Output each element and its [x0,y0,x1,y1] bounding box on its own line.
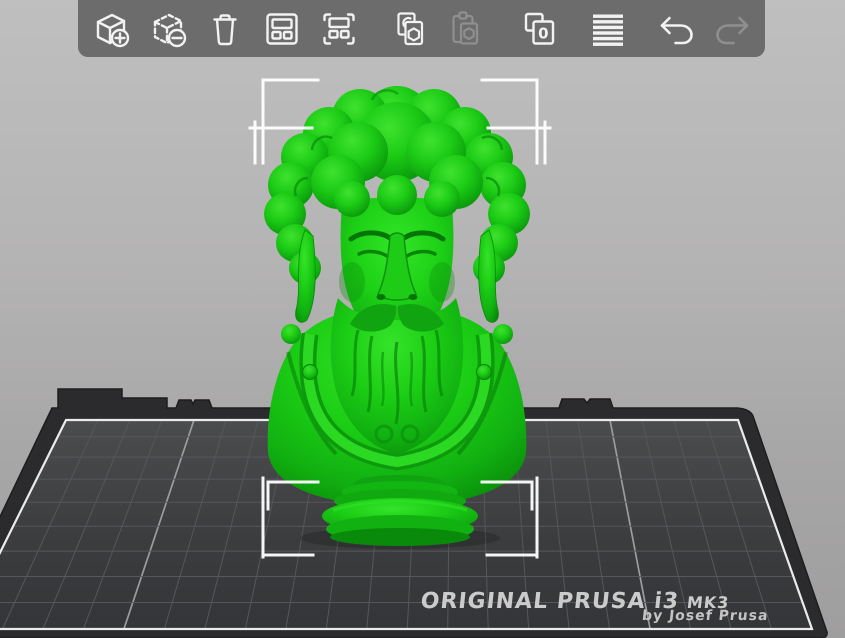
arrange-selection-button[interactable] [310,0,367,57]
instances-button[interactable]: 0 [510,0,567,57]
add-object-button[interactable] [82,0,139,57]
layers-icon [592,14,623,46]
arrange-selection-icon [322,12,355,45]
3d-viewport[interactable]: ORIGINAL PRUSA i3 MK3 by Josef Prusa 0 [0,0,845,638]
copy-icon [396,11,423,45]
delete-object-button[interactable] [139,0,196,57]
paste-icon [451,10,478,45]
instances-icon: 0 [524,12,554,45]
box-minus-icon [153,13,186,47]
copy-button[interactable] [381,0,438,57]
undo-button[interactable] [647,0,704,57]
paste-button[interactable] [438,0,495,57]
arrange-button[interactable] [253,0,310,57]
bed-byline-text: by Josef Prusa [641,608,769,624]
top-toolbar: 0 [78,0,765,57]
trash-icon [212,13,237,45]
redo-button[interactable] [704,0,761,57]
layers-button[interactable] [579,0,636,57]
delete-all-button[interactable] [196,0,253,57]
box-plus-icon [96,13,129,47]
scene-canvas[interactable]: ORIGINAL PRUSA i3 MK3 by Josef Prusa [0,0,845,638]
model-bust[interactable] [264,86,530,549]
redo-icon [715,16,748,44]
instances-count-badge: 0 [538,24,548,42]
undo-icon [660,16,693,44]
arrange-icon [265,12,298,45]
